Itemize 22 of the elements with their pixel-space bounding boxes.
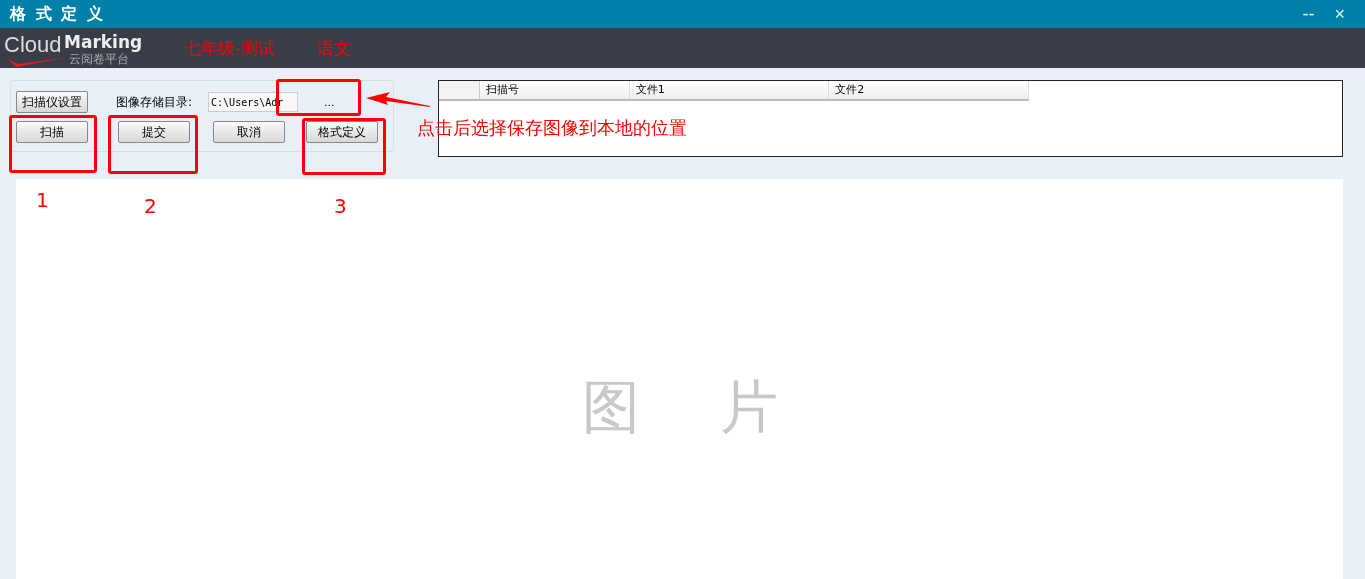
action-button[interactable]: 取消 xyxy=(213,121,285,143)
step-number: 1 xyxy=(36,188,49,212)
scanner-settings-button[interactable]: 扫描仪设置 xyxy=(16,91,88,113)
exam-name: 七年级-测试 xyxy=(184,36,276,60)
logo-text: Cloud xyxy=(4,34,62,56)
browse-link[interactable]: ... xyxy=(324,95,335,109)
logo-subtitle: 云阅卷平台 xyxy=(69,52,129,68)
logo-text: Marking xyxy=(64,32,143,52)
column-header[interactable]: 文件2 xyxy=(829,81,1029,99)
step-number: 3 xyxy=(334,194,347,218)
action-button[interactable]: 扫描 xyxy=(16,121,88,143)
step-number: 2 xyxy=(144,194,157,218)
close-button[interactable]: × xyxy=(1324,3,1355,25)
window-title: 格 式 定 义 xyxy=(10,3,105,25)
action-button[interactable]: 格式定义 xyxy=(306,121,378,143)
column-header[interactable]: 扫描号 xyxy=(479,81,630,99)
subject-name: 语文 xyxy=(317,36,352,60)
action-button[interactable]: 提交 xyxy=(118,121,190,143)
arrow-annotation xyxy=(366,92,432,108)
minimize-button[interactable]: -- xyxy=(1292,3,1325,25)
column-header[interactable]: 文件1 xyxy=(629,81,830,99)
directory-label: 图像存储目录: xyxy=(116,93,193,111)
